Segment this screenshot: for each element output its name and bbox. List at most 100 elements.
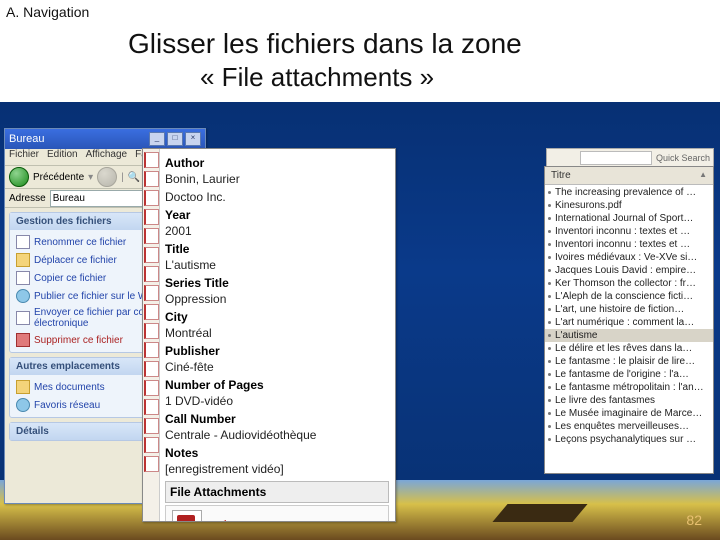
library-row[interactable]: Inventori inconnu : textes et … <box>545 238 713 251</box>
pdf-icon[interactable] <box>144 285 159 301</box>
arrow-left-annotation <box>212 520 282 522</box>
pdf-icon[interactable] <box>144 190 159 206</box>
address-label: Adresse <box>9 193 46 204</box>
back-label[interactable]: Précédente <box>33 172 84 183</box>
search-icon[interactable]: 🔍 <box>128 172 140 183</box>
pdf-icon[interactable] <box>144 209 159 225</box>
title-area: A. Navigation Glisser les fichiers dans … <box>0 0 720 102</box>
field-label: Year <box>165 207 389 223</box>
library-row[interactable]: Ivoires médiévaux : Ve-XVe si… <box>545 251 713 264</box>
library-row[interactable]: Le délire et les rêves dans la… <box>545 342 713 355</box>
pdf-icon[interactable] <box>144 266 159 282</box>
field-label: Title <box>165 241 389 257</box>
field-label: City <box>165 309 389 325</box>
quick-search-label: Quick Search <box>656 153 710 163</box>
pdf-icon[interactable] <box>144 437 159 453</box>
pdf-icon[interactable] <box>144 228 159 244</box>
quick-search-input[interactable] <box>580 151 652 165</box>
field-value[interactable]: Montréal <box>165 325 389 341</box>
bullet-icon <box>548 217 551 220</box>
field-label: Author <box>165 155 389 171</box>
field-value[interactable]: L'autisme <box>165 257 389 273</box>
pdf-icon[interactable] <box>144 456 159 472</box>
separator: | <box>121 172 124 183</box>
library-row[interactable]: Inventori inconnu : textes et … <box>545 225 713 238</box>
bullet-icon <box>548 308 551 311</box>
library-column-header[interactable]: Titre ▲ <box>545 167 713 185</box>
task-label: Renommer ce fichier <box>34 237 126 248</box>
explorer-titlebar[interactable]: Bureau _ □ × <box>5 129 205 149</box>
pdf-icon[interactable] <box>144 247 159 263</box>
field-label: Call Number <box>165 411 389 427</box>
close-button[interactable]: × <box>185 132 201 146</box>
bullet-icon <box>548 347 551 350</box>
library-row[interactable]: Le fantasme de l'origine : l'a… <box>545 368 713 381</box>
menu-view[interactable]: Affichage <box>86 149 128 165</box>
pdf-icon[interactable] <box>144 380 159 396</box>
field-value[interactable]: Ciné-fête <box>165 359 389 375</box>
pdf-icon[interactable] <box>144 342 159 358</box>
bullet-icon <box>548 230 551 233</box>
bullet-icon <box>548 295 551 298</box>
explorer-title: Bureau <box>9 133 44 145</box>
field-value[interactable]: [enregistrement vidéo] <box>165 461 389 477</box>
library-row[interactable]: Les enquêtes merveilleuses… <box>545 420 713 433</box>
bullet-icon <box>548 360 551 363</box>
sort-asc-icon: ▲ <box>699 170 707 181</box>
library-row[interactable]: Le fantasme métropolitain : l'an… <box>545 381 713 394</box>
library-row[interactable]: Le fantasme : le plaisir de lire… <box>545 355 713 368</box>
column-title: Titre <box>551 170 571 181</box>
field-value[interactable]: Bonin, Laurier <box>165 171 389 187</box>
library-row[interactable]: L'Aleph de la conscience ficti… <box>545 290 713 303</box>
folder-icon <box>16 380 30 394</box>
rename-icon <box>16 235 30 249</box>
back-icon[interactable] <box>9 167 29 187</box>
library-row[interactable]: L'autisme <box>545 329 713 342</box>
pdf-icon[interactable] <box>144 171 159 187</box>
details-header-label: Détails <box>16 426 49 437</box>
pdf-icon[interactable] <box>144 361 159 377</box>
bullet-icon <box>548 425 551 428</box>
bullet-icon <box>548 191 551 194</box>
library-row[interactable]: L'art, une histoire de fiction… <box>545 303 713 316</box>
delete-icon <box>16 333 30 347</box>
pdf-icon[interactable] <box>144 399 159 415</box>
pdf-icon[interactable] <box>144 323 159 339</box>
library-toolbar: Quick Search <box>546 148 714 166</box>
nav-breadcrumb: A. Navigation <box>6 4 89 20</box>
library-row[interactable]: Ker Thomson the collector : fr… <box>545 277 713 290</box>
library-row[interactable]: Kinesurons.pdf <box>545 199 713 212</box>
field-value[interactable]: 2001 <box>165 223 389 239</box>
pdf-icon[interactable] <box>144 152 159 168</box>
file-icon-strip <box>143 149 160 521</box>
pdf-icon[interactable] <box>144 304 159 320</box>
task-label: Publier ce fichier sur le Web <box>34 291 158 302</box>
menu-file[interactable]: Fichier <box>9 149 39 165</box>
field-value[interactable]: Oppression <box>165 291 389 307</box>
file-attachments-dropzone[interactable]: autisme.pdf <box>165 505 389 522</box>
library-row[interactable]: Le Musée imaginaire de Marce… <box>545 407 713 420</box>
bullet-icon <box>548 243 551 246</box>
task-label: Supprimer ce fichier <box>34 335 123 346</box>
field-value[interactable]: Centrale - Audiovidéothèque <box>165 427 389 443</box>
library-row[interactable]: The increasing prevalence of … <box>545 186 713 199</box>
library-row[interactable]: Le livre des fantasmes <box>545 394 713 407</box>
maximize-button[interactable]: □ <box>167 132 183 146</box>
bullet-icon <box>548 412 551 415</box>
minimize-button[interactable]: _ <box>149 132 165 146</box>
slide-title-line1: Glisser les fichiers dans la zone <box>128 28 522 60</box>
menu-edit[interactable]: Edition <box>47 149 78 165</box>
bullet-icon <box>548 399 551 402</box>
field-value[interactable]: 1 DVD-vidéo <box>165 393 389 409</box>
field-value[interactable]: Doctoo Inc. <box>165 189 389 205</box>
library-row[interactable]: Jacques Louis David : empire… <box>545 264 713 277</box>
library-row[interactable]: L'art numérique : comment la… <box>545 316 713 329</box>
attachment-thumbnail[interactable] <box>172 510 202 522</box>
pdf-icon[interactable] <box>144 418 159 434</box>
field-label: Number of Pages <box>165 377 389 393</box>
library-row[interactable]: International Journal of Sport… <box>545 212 713 225</box>
library-row[interactable]: Leçons psychanalytiques sur … <box>545 433 713 446</box>
place-label: Favoris réseau <box>34 400 100 411</box>
web-icon <box>16 289 30 303</box>
library-list-panel: Titre ▲ The increasing prevalence of …Ki… <box>544 166 714 474</box>
